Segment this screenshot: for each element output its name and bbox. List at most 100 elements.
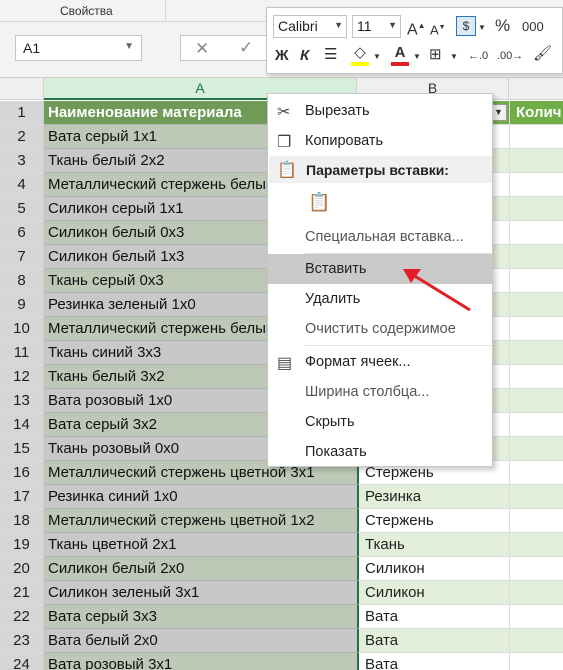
- cell-b[interactable]: Стержень: [357, 509, 509, 533]
- row-number[interactable]: 12: [0, 365, 44, 389]
- chevron-down-icon[interactable]: ▼: [334, 20, 343, 30]
- menu-item-paste-special[interactable]: Специальная вставка...: [268, 222, 492, 252]
- row-number[interactable]: 14: [0, 413, 44, 437]
- row-number[interactable]: 15: [0, 437, 44, 461]
- cell-a[interactable]: Вата розовый 3х1: [44, 653, 357, 670]
- cell-c[interactable]: [509, 461, 563, 485]
- cell-c[interactable]: [509, 269, 563, 293]
- cell-a[interactable]: Металлический стержень цветной 1х2: [44, 509, 357, 533]
- increase-decimal-icon[interactable]: ←.0: [468, 47, 488, 65]
- cancel-icon[interactable]: ✕: [195, 39, 209, 59]
- borders-icon[interactable]: ⊞: [429, 46, 442, 64]
- cell-c[interactable]: [509, 389, 563, 413]
- cell-c[interactable]: [509, 509, 563, 533]
- thousands-button[interactable]: 000: [522, 18, 544, 36]
- increase-font-icon[interactable]: A▲: [407, 17, 426, 39]
- menu-item-unhide[interactable]: Показать: [268, 437, 492, 467]
- cell-c[interactable]: [509, 437, 563, 461]
- cell-c[interactable]: [509, 629, 563, 653]
- chevron-down-icon[interactable]: ▼: [413, 48, 421, 66]
- align-center-icon[interactable]: ☰: [324, 46, 337, 64]
- chevron-down-icon[interactable]: ▼: [450, 48, 458, 66]
- cell-c[interactable]: [509, 533, 563, 557]
- cell-c[interactable]: [509, 341, 563, 365]
- row-number[interactable]: 13: [0, 389, 44, 413]
- row-number[interactable]: 22: [0, 605, 44, 629]
- cell-b[interactable]: Вата: [357, 653, 509, 670]
- chevron-down-icon[interactable]: ▼: [388, 20, 397, 30]
- font-name-select[interactable]: Calibri ▼: [273, 15, 347, 38]
- cell-c[interactable]: [509, 365, 563, 389]
- row-number[interactable]: 8: [0, 269, 44, 293]
- row-number[interactable]: 9: [0, 293, 44, 317]
- cell-b[interactable]: Силикон: [357, 557, 509, 581]
- select-all-corner[interactable]: [0, 78, 44, 100]
- row-number[interactable]: 10: [0, 317, 44, 341]
- menu-item-cut[interactable]: ✂ Вырезать: [268, 96, 492, 126]
- cell-b[interactable]: Силикон: [357, 581, 509, 605]
- row-number[interactable]: 21: [0, 581, 44, 605]
- cell-a[interactable]: Вата серый 3х3: [44, 605, 357, 629]
- chevron-down-icon[interactable]: ▼: [478, 19, 486, 37]
- column-header-c[interactable]: [509, 78, 563, 100]
- cell-c[interactable]: [509, 413, 563, 437]
- chevron-down-icon[interactable]: ▼: [373, 48, 381, 66]
- row-number[interactable]: 5: [0, 197, 44, 221]
- cell-c[interactable]: [509, 197, 563, 221]
- cell-c[interactable]: [509, 221, 563, 245]
- menu-item-clear-contents[interactable]: Очистить содержимое: [268, 314, 492, 344]
- percent-button[interactable]: %: [495, 17, 510, 35]
- cell-c[interactable]: [509, 245, 563, 269]
- row-number[interactable]: 1: [0, 101, 44, 125]
- cell-c[interactable]: [509, 317, 563, 341]
- menu-item-format-cells[interactable]: ▤ Формат ячеек...: [268, 347, 492, 377]
- cell-a[interactable]: Резинка синий 1х0: [44, 485, 357, 509]
- decrease-decimal-icon[interactable]: .00→: [497, 47, 523, 65]
- italic-button[interactable]: К: [300, 47, 309, 65]
- cell-a[interactable]: Ткань цветной 2х1: [44, 533, 357, 557]
- paste-option-default[interactable]: 📋: [268, 186, 492, 222]
- row-number[interactable]: 19: [0, 533, 44, 557]
- menu-item-hide[interactable]: Скрыть: [268, 407, 492, 437]
- cell-c[interactable]: [509, 485, 563, 509]
- row-number[interactable]: 16: [0, 461, 44, 485]
- row-number[interactable]: 24: [0, 653, 44, 670]
- cell-a[interactable]: Силикон белый 2х0: [44, 557, 357, 581]
- row-number[interactable]: 3: [0, 149, 44, 173]
- decrease-font-icon[interactable]: A▼: [430, 19, 446, 39]
- font-color-icon[interactable]: A: [391, 44, 409, 66]
- row-number[interactable]: 20: [0, 557, 44, 581]
- menu-item-column-width[interactable]: Ширина столбца...: [268, 377, 492, 407]
- format-painter-icon[interactable]: 🖌: [533, 45, 552, 63]
- check-icon[interactable]: ✓: [239, 38, 253, 58]
- cell-c[interactable]: [509, 653, 563, 670]
- cell-header-c[interactable]: Колич: [509, 101, 563, 125]
- bold-button[interactable]: Ж: [275, 47, 289, 65]
- cell-b[interactable]: Вата: [357, 629, 509, 653]
- cell-b[interactable]: Ткань: [357, 533, 509, 557]
- chevron-down-icon[interactable]: ▼: [124, 41, 134, 52]
- row-number[interactable]: 23: [0, 629, 44, 653]
- number-format-icon[interactable]: $: [456, 16, 476, 36]
- cell-c[interactable]: [509, 125, 563, 149]
- menu-item-copy[interactable]: ❐ Копировать: [268, 126, 492, 156]
- cell-c[interactable]: [509, 581, 563, 605]
- fill-color-icon[interactable]: ◇: [351, 44, 369, 66]
- cell-c[interactable]: [509, 557, 563, 581]
- cell-a[interactable]: Вата белый 2х0: [44, 629, 357, 653]
- cell-c[interactable]: [509, 149, 563, 173]
- row-number[interactable]: 4: [0, 173, 44, 197]
- cell-b[interactable]: Вата: [357, 605, 509, 629]
- name-box[interactable]: A1 ▼: [15, 35, 142, 61]
- row-number[interactable]: 2: [0, 125, 44, 149]
- cell-a[interactable]: Силикон зеленый 3х1: [44, 581, 357, 605]
- row-number[interactable]: 11: [0, 341, 44, 365]
- cell-b[interactable]: Резинка: [357, 485, 509, 509]
- cell-c[interactable]: [509, 293, 563, 317]
- cell-c[interactable]: [509, 605, 563, 629]
- row-number[interactable]: 17: [0, 485, 44, 509]
- row-number[interactable]: 7: [0, 245, 44, 269]
- row-number[interactable]: 18: [0, 509, 44, 533]
- cell-c[interactable]: [509, 173, 563, 197]
- row-number[interactable]: 6: [0, 221, 44, 245]
